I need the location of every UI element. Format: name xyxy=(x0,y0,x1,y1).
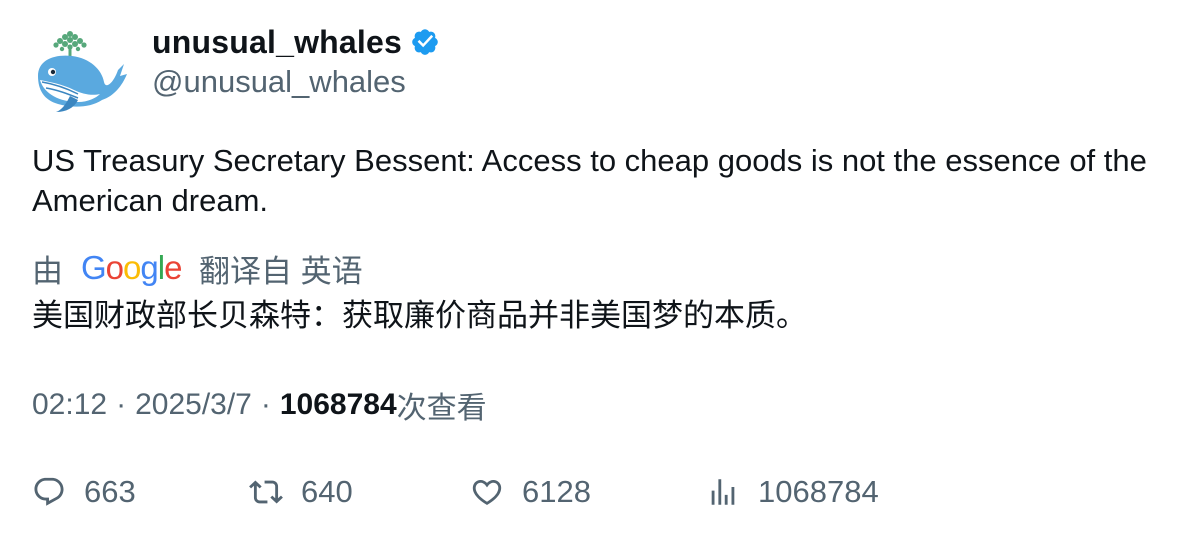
reply-count: 663 xyxy=(84,474,136,509)
analytics-icon xyxy=(711,479,735,505)
verified-badge-icon[interactable] xyxy=(410,27,440,57)
retweet-count: 640 xyxy=(301,474,353,509)
reply-icon xyxy=(34,477,64,506)
translated-text: 美国财政部长贝森特：获取廉价商品并非美国梦的本质。 xyxy=(32,298,807,333)
translation-attribution[interactable]: 由 Google 翻译自 英语 xyxy=(32,246,363,290)
reply-button[interactable]: 663 xyxy=(32,470,136,514)
display-name-row: unusual_whales xyxy=(152,22,440,62)
whale-logo-icon xyxy=(38,31,127,112)
google-logo-icon: Google xyxy=(81,249,181,286)
like-count: 6128 xyxy=(522,474,591,509)
svg-text:Google: Google xyxy=(81,249,181,286)
views-count: 1068784 xyxy=(279,388,397,421)
views-button[interactable]: 1068784 xyxy=(706,470,879,514)
meta-separator: · xyxy=(116,388,127,421)
tweet-card: unusual_whales @unusual_whales US Treasu… xyxy=(0,0,1196,538)
user-handle[interactable]: @unusual_whales xyxy=(152,62,440,102)
views-action-count: 1068784 xyxy=(758,474,879,509)
author-block: unusual_whales @unusual_whales xyxy=(152,22,440,102)
tweet-date[interactable]: 2025/3/7 xyxy=(135,388,252,422)
views-label: 次查看 xyxy=(396,392,487,425)
meta-separator: · xyxy=(260,388,271,421)
retweet-button[interactable]: 640 xyxy=(249,470,353,514)
retweet-icon xyxy=(249,480,283,504)
heart-icon xyxy=(472,479,502,505)
display-name[interactable]: unusual_whales xyxy=(152,24,402,61)
tweet-meta: 02:12 · 2025/3/7 · 1068784 次查看 xyxy=(32,383,487,427)
action-bar: 663 640 6128 1068784 xyxy=(0,470,1196,514)
tweet-time[interactable]: 02:12 xyxy=(32,388,107,422)
translated-from-label: 翻译自 英语 xyxy=(199,253,363,289)
translated-by-label: 由 xyxy=(32,253,63,289)
tweet-text: US Treasury Secretary Bessent: Access to… xyxy=(32,143,1147,218)
avatar[interactable] xyxy=(32,24,128,114)
like-button[interactable]: 6128 xyxy=(470,470,591,514)
